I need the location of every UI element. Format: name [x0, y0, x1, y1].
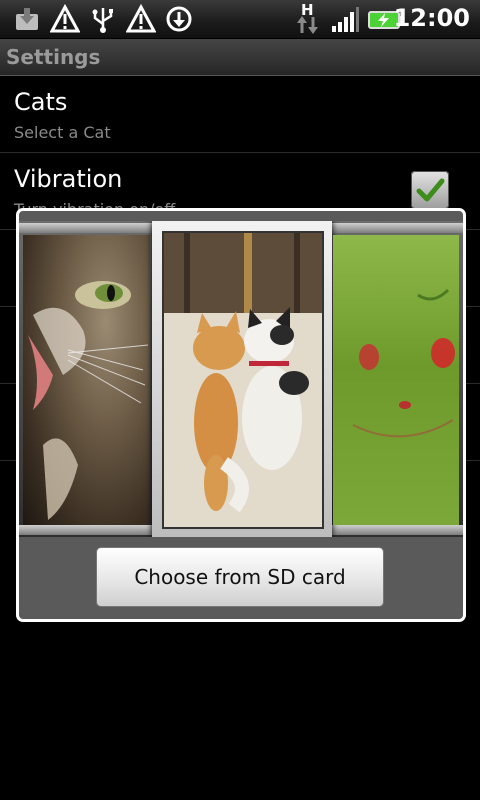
signal-bars-icon: [332, 7, 359, 32]
check-icon: [416, 178, 445, 202]
warning-icon: [126, 4, 156, 33]
cat-closeup-image[interactable]: [23, 235, 150, 525]
data-arrows-icon: [297, 16, 318, 34]
download-notification-icon: [16, 8, 38, 30]
status-bar: H 12:00: [0, 0, 480, 39]
usb-icon: [92, 8, 113, 33]
title-bar: Settings: [0, 39, 480, 76]
vibration-checkbox[interactable]: [411, 171, 449, 209]
green-cat-image[interactable]: [333, 235, 459, 525]
selected-image-frame: [152, 221, 332, 537]
pref-summary: Select a Cat: [14, 123, 111, 142]
cat-chooser-dialog: Choose from SD card: [16, 208, 466, 622]
two-cats-cuddling-image[interactable]: [162, 231, 324, 529]
page-title: Settings: [6, 45, 101, 69]
two-cats-drawing: [164, 233, 322, 527]
cat-gallery[interactable]: [19, 221, 463, 537]
status-time: 12:00: [393, 4, 470, 32]
sync-download-icon: [166, 6, 192, 32]
cat-closeup-drawing: [28, 281, 149, 520]
green-cat-drawing: [352, 288, 455, 438]
pref-title: Vibration: [14, 165, 123, 193]
choose-from-sd-card-button[interactable]: Choose from SD card: [96, 547, 384, 607]
pref-item-cats[interactable]: Cats Select a Cat: [0, 76, 480, 153]
warning-icon: [50, 4, 80, 33]
pref-title: Cats: [14, 88, 68, 116]
